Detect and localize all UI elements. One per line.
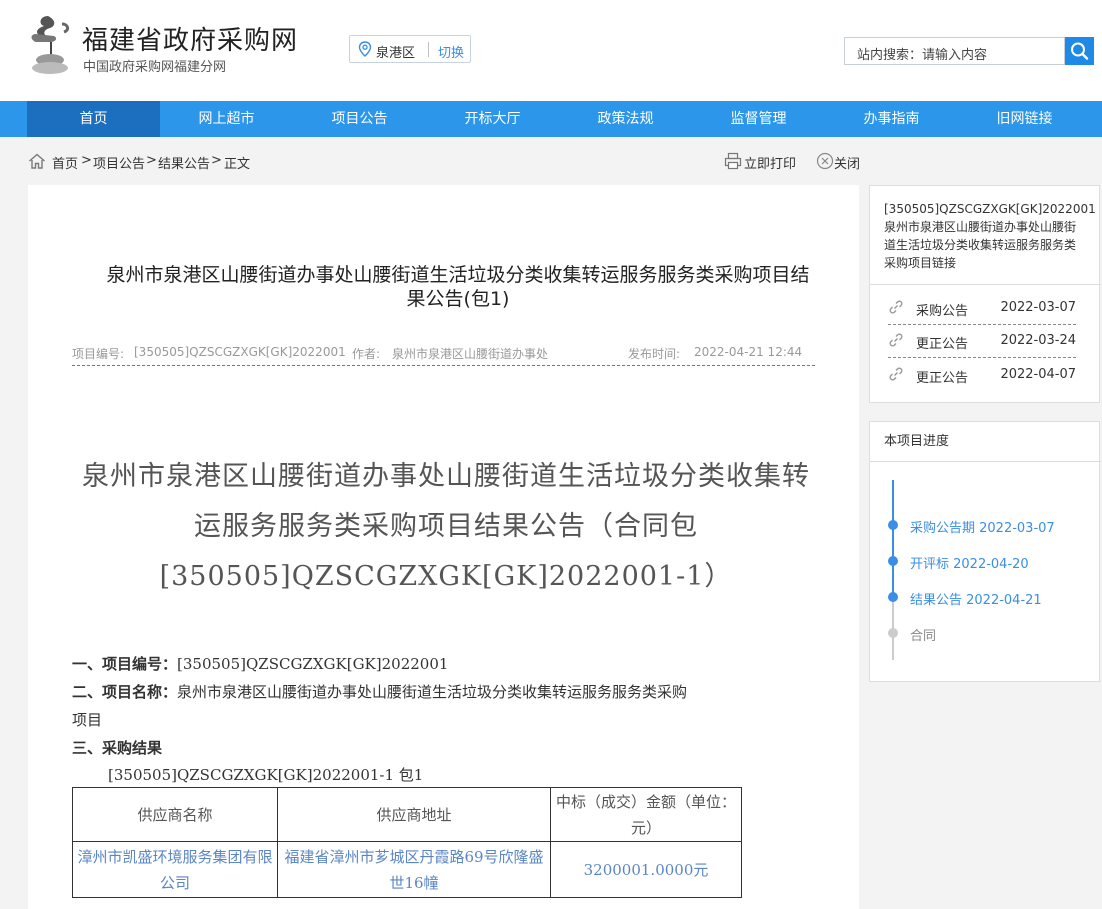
progress-step[interactable]: 采购公告期 2022-03-07 <box>910 517 1055 536</box>
progress-step[interactable]: 开评标 2022-04-20 <box>910 553 1029 572</box>
header-supplier-name: 供应商名称 <box>72 787 278 842</box>
nav-old-site[interactable]: 旧网链接 <box>958 101 1091 137</box>
progress-track-done <box>892 480 894 600</box>
table-header-row: 供应商名称 供应商地址 中标（成交）金额（单位：元） <box>72 787 742 842</box>
link-icon <box>889 367 903 381</box>
breadcrumb-project-notices[interactable]: 项目公告 <box>93 153 145 172</box>
link-icon <box>889 300 903 314</box>
breadcrumb-current: 正文 <box>224 157 251 172</box>
related-links-heading: [350505]QZSCGZXGK[GK]2022001泉州市泉港区山腰街道办事… <box>884 202 1096 270</box>
nav-home[interactable]: 首页 <box>27 101 160 137</box>
progress-heading: 本项目进度 <box>870 422 1101 462</box>
meta-code: [350505]QZSCGZXGK[GK]2022001 <box>134 345 346 359</box>
supplier-address-cell: 福建省漳州市芗城区丹霞路69号欣隆盛世16幢 <box>277 841 551 898</box>
nav-policies[interactable]: 政策法规 <box>559 101 692 137</box>
amount-cell: 3200001.0000元 <box>550 841 742 898</box>
related-link-name[interactable]: 更正公告 <box>916 333 968 352</box>
site-title[interactable]: 福建省政府采购网 <box>82 20 298 57</box>
breadcrumb-home[interactable]: 首页 <box>52 153 78 172</box>
progress-step[interactable]: 结果公告 2022-04-21 <box>910 589 1042 608</box>
site-subtitle: 中国政府采购网福建分网 <box>83 60 227 75</box>
meta-code-label: 项目编号: <box>72 347 125 361</box>
progress-dot <box>888 556 898 566</box>
list-item[interactable]: 更正公告 2022-04-07 <box>888 357 1076 391</box>
divider <box>870 284 1101 285</box>
main-nav: 首页 网上超市 项目公告 开标大厅 政策法规 监督管理 办事指南 旧网链接 <box>0 101 1102 137</box>
section-project-code: 一、项目编号：[350505]QZSCGZXGK[GK]2022001 <box>72 653 448 674</box>
print-label: 立即打印 <box>744 157 797 172</box>
supplier-name-cell: 漳州市凯盛环境服务集团有限公司 <box>72 841 278 898</box>
breadcrumb-separator: > <box>146 153 157 168</box>
progress-dot <box>888 520 898 530</box>
breadcrumb-separator: > <box>211 153 222 168</box>
search-icon <box>1071 42 1089 60</box>
meta-time-label: 发布时间: <box>628 347 681 361</box>
nav-supervision[interactable]: 监督管理 <box>692 101 825 137</box>
region-divider <box>428 42 429 57</box>
section-project-name: 二、项目名称：泉州市泉港区山腰街道办事处山腰街道生活垃圾分类收集转运服务服务类采… <box>72 681 687 702</box>
article-title: 泉州市泉港区山腰街道办事处山腰街道生活垃圾分类收集转运服务服务类采购项目结果公告… <box>106 264 810 310</box>
package-line: [350505]QZSCGZXGK[GK]2022001-1 包1 <box>108 766 424 784</box>
close-circle-icon <box>816 152 834 170</box>
table-row: 漳州市凯盛环境服务集团有限公司 福建省漳州市芗城区丹霞路69号欣隆盛世16幢 3… <box>72 841 742 898</box>
link-icon <box>889 333 903 347</box>
list-item[interactable]: 采购公告 2022-03-07 <box>888 290 1076 325</box>
related-link-date: 2022-03-24 <box>1000 333 1076 348</box>
related-link-date: 2022-03-07 <box>1000 300 1076 315</box>
nav-bid-hall[interactable]: 开标大厅 <box>426 101 559 137</box>
region-selector: 泉港区 切换 <box>349 35 471 63</box>
location-pin-icon <box>358 41 372 57</box>
project-code-value: [350505]QZSCGZXGK[GK]2022001 <box>177 655 449 673</box>
current-region: 泉港区 <box>376 46 416 61</box>
home-icon[interactable] <box>28 152 46 170</box>
meta-time: 2022-04-21 12:44 <box>694 345 803 359</box>
article-panel: 泉州市泉港区山腰街道办事处山腰街道生活垃圾分类收集转运服务服务类采购项目结果公告… <box>28 185 859 909</box>
breadcrumb-result-notices[interactable]: 结果公告 <box>158 153 210 172</box>
header-supplier-address: 供应商地址 <box>277 787 551 842</box>
article-meta: 项目编号: [350505]QZSCGZXGK[GK]2022001 作者: 泉… <box>72 345 815 366</box>
close-label: 关闭 <box>834 157 861 172</box>
section-label: 一、项目编号： <box>72 655 178 673</box>
meta-author-label: 作者: <box>352 347 381 361</box>
progress-dot <box>888 628 898 638</box>
section-label: 三、采购结果 <box>72 739 163 757</box>
document-title: 泉州市泉港区山腰街道办事处山腰街道生活垃圾分类收集转运服务服务类采购项目结果公告… <box>82 461 810 592</box>
nav-guide[interactable]: 办事指南 <box>825 101 958 137</box>
site-header: 福建省政府采购网 中国政府采购网福建分网 泉港区 切换 站内搜索：请输入内容 <box>0 0 1102 101</box>
search-button[interactable] <box>1065 37 1094 65</box>
nav-online-mall[interactable]: 网上超市 <box>160 101 293 137</box>
section-label: 二、项目名称： <box>72 683 178 701</box>
related-link-name[interactable]: 更正公告 <box>916 367 968 386</box>
progress-step: 合同 <box>910 629 937 644</box>
nav-project-notices[interactable]: 项目公告 <box>293 101 426 137</box>
project-progress-panel: 本项目进度 采购公告期 2022-03-07 开评标 2022-04-20 结果… <box>869 421 1101 682</box>
project-name-value: 泉州市泉港区山腰街道办事处山腰街道生活垃圾分类收集转运服务服务类采购 <box>177 683 688 701</box>
list-item[interactable]: 更正公告 2022-03-24 <box>888 323 1076 358</box>
related-link-name[interactable]: 采购公告 <box>916 300 968 319</box>
section-purchase-result: 三、采购结果 <box>72 737 162 758</box>
result-table: 供应商名称 供应商地址 中标（成交）金额（单位：元） 漳州市凯盛环境服务集团有限… <box>72 787 742 898</box>
header-amount: 中标（成交）金额（单位：元） <box>550 787 742 842</box>
related-link-date: 2022-04-07 <box>1000 367 1076 382</box>
site-search-input[interactable]: 站内搜索：请输入内容 <box>844 37 1065 65</box>
project-name-continued: 项目 <box>72 711 103 729</box>
related-links-panel: [350505]QZSCGZXGK[GK]2022001泉州市泉港区山腰街道办事… <box>869 185 1101 403</box>
region-switch-link[interactable]: 切换 <box>438 42 464 61</box>
emblem-logo[interactable] <box>26 12 76 76</box>
meta-author: 泉州市泉港区山腰街道办事处 <box>392 347 549 361</box>
progress-dot <box>888 592 898 602</box>
printer-icon <box>724 152 742 170</box>
breadcrumb-separator: > <box>81 153 92 168</box>
